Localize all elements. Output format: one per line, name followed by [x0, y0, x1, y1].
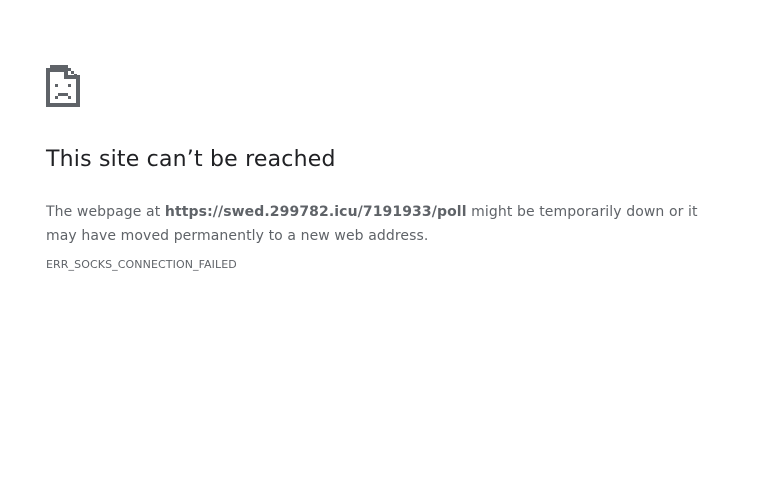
message-prefix: The webpage at [46, 204, 165, 220]
error-url: https://swed.299782.icu/7191933/poll [164, 204, 467, 220]
error-page-content: This site can’t be reached The webpage a… [46, 65, 726, 273]
sad-page-icon [46, 65, 80, 107]
error-code: ERR_SOCKS_CONNECTION_FAILED [46, 258, 237, 271]
error-message: The webpage at https://swed.299782.icu/7… [46, 200, 726, 248]
error-title: This site can’t be reached [46, 147, 336, 172]
